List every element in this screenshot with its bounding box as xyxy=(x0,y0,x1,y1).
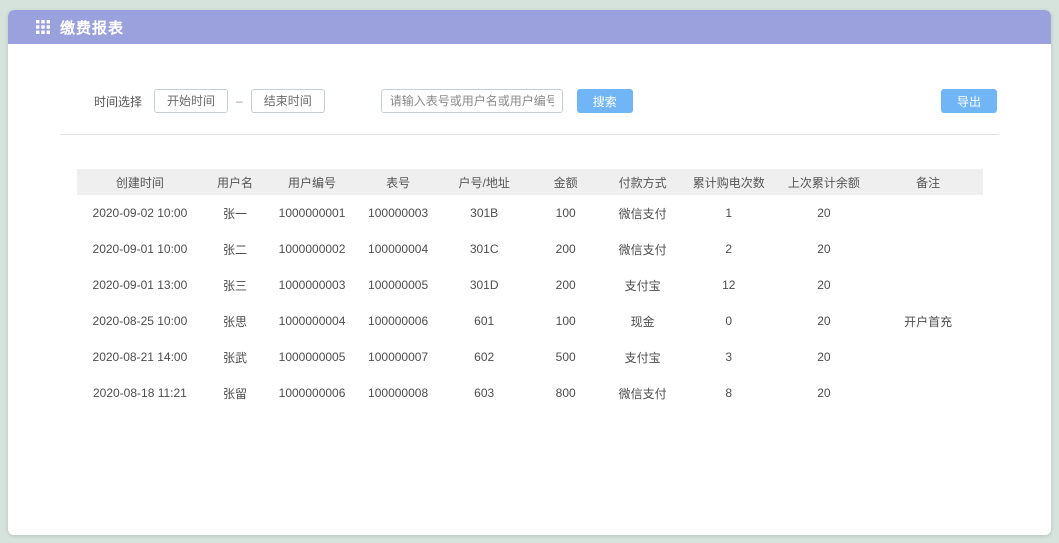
cell-create-time: 2020-09-01 13:00 xyxy=(77,267,204,303)
cell-pay-method: 现金 xyxy=(602,303,684,339)
cell-username: 张武 xyxy=(203,339,266,375)
cell-last-balance: 20 xyxy=(774,303,874,339)
search-button[interactable]: 搜索 xyxy=(577,89,633,113)
titlebar: 缴费报表 xyxy=(8,10,1051,44)
cell-pay-method: 微信支付 xyxy=(602,231,684,267)
column-header-amount: 金额 xyxy=(529,169,601,195)
cell-username: 张思 xyxy=(203,303,266,339)
column-header-create-time: 创建时间 xyxy=(77,169,204,195)
cell-meter-no: 100000005 xyxy=(357,267,439,303)
table-row: 2020-08-18 11:21张留1000000006100000008603… xyxy=(77,375,983,411)
date-range-separator: – xyxy=(236,94,243,108)
cell-meter-no: 100000007 xyxy=(357,339,439,375)
table-row: 2020-09-01 13:00张三1000000003100000005301… xyxy=(77,267,983,303)
cell-account-address: 301C xyxy=(439,231,530,267)
cell-create-time: 2020-08-21 14:00 xyxy=(77,339,204,375)
table-row: 2020-09-02 10:00张一1000000001100000003301… xyxy=(77,195,983,231)
column-header-username: 用户名 xyxy=(203,169,266,195)
cell-username: 张二 xyxy=(203,231,266,267)
table-header: 创建时间用户名用户编号表号户号/地址金额付款方式累计购电次数上次累计余额备注 xyxy=(77,169,983,195)
cell-username: 张三 xyxy=(203,267,266,303)
filter-bar: 时间选择 – 搜索 导出 xyxy=(56,88,1003,114)
cell-amount: 800 xyxy=(529,375,601,411)
cell-pay-method: 微信支付 xyxy=(602,195,684,231)
cell-username: 张一 xyxy=(203,195,266,231)
cell-purchase-count: 2 xyxy=(683,231,774,267)
export-button[interactable]: 导出 xyxy=(941,89,997,113)
column-header-meter-no: 表号 xyxy=(357,169,439,195)
report-card: 缴费报表 时间选择 – 搜索 导出 创建时间用户名用户编号表号户号/地址金额付款… xyxy=(8,10,1051,535)
cell-user-no: 1000000003 xyxy=(267,267,358,303)
column-header-pay-method: 付款方式 xyxy=(602,169,684,195)
time-select-label: 时间选择 xyxy=(94,93,142,110)
column-header-account-address: 户号/地址 xyxy=(439,169,530,195)
cell-meter-no: 100000008 xyxy=(357,375,439,411)
cell-amount: 500 xyxy=(529,339,601,375)
page-title: 缴费报表 xyxy=(60,17,124,38)
cell-pay-method: 支付宝 xyxy=(602,339,684,375)
grid-menu-icon[interactable] xyxy=(36,20,50,34)
cell-user-no: 1000000005 xyxy=(267,339,358,375)
cell-remark xyxy=(874,195,983,231)
cell-last-balance: 20 xyxy=(774,267,874,303)
table-body: 2020-09-02 10:00张一1000000001100000003301… xyxy=(77,195,983,411)
cell-account-address: 602 xyxy=(439,339,530,375)
cell-create-time: 2020-08-25 10:00 xyxy=(77,303,204,339)
cell-user-no: 1000000004 xyxy=(267,303,358,339)
start-time-input[interactable] xyxy=(154,89,228,113)
cell-create-time: 2020-09-01 10:00 xyxy=(77,231,204,267)
cell-remark xyxy=(874,231,983,267)
cell-user-no: 1000000006 xyxy=(267,375,358,411)
cell-purchase-count: 8 xyxy=(683,375,774,411)
cell-username: 张留 xyxy=(203,375,266,411)
report-table: 创建时间用户名用户编号表号户号/地址金额付款方式累计购电次数上次累计余额备注 2… xyxy=(77,169,983,411)
cell-create-time: 2020-08-18 11:21 xyxy=(77,375,204,411)
cell-account-address: 301B xyxy=(439,195,530,231)
column-header-purchase-count: 累计购电次数 xyxy=(683,169,774,195)
cell-remark xyxy=(874,375,983,411)
cell-account-address: 603 xyxy=(439,375,530,411)
column-header-remark: 备注 xyxy=(874,169,983,195)
cell-purchase-count: 3 xyxy=(683,339,774,375)
table-row: 2020-09-01 10:00张二1000000002100000004301… xyxy=(77,231,983,267)
search-input[interactable] xyxy=(381,89,563,113)
filter-divider xyxy=(60,134,999,135)
table-header-row: 创建时间用户名用户编号表号户号/地址金额付款方式累计购电次数上次累计余额备注 xyxy=(77,169,983,195)
cell-purchase-count: 12 xyxy=(683,267,774,303)
cell-meter-no: 100000004 xyxy=(357,231,439,267)
end-time-input[interactable] xyxy=(251,89,325,113)
cell-account-address: 601 xyxy=(439,303,530,339)
cell-remark xyxy=(874,339,983,375)
cell-account-address: 301D xyxy=(439,267,530,303)
table-row: 2020-08-25 10:00张思1000000004100000006601… xyxy=(77,303,983,339)
cell-last-balance: 20 xyxy=(774,339,874,375)
cell-pay-method: 支付宝 xyxy=(602,267,684,303)
cell-user-no: 1000000002 xyxy=(267,231,358,267)
cell-pay-method: 微信支付 xyxy=(602,375,684,411)
cell-purchase-count: 1 xyxy=(683,195,774,231)
column-header-user-no: 用户编号 xyxy=(267,169,358,195)
cell-create-time: 2020-09-02 10:00 xyxy=(77,195,204,231)
cell-remark: 开户首充 xyxy=(874,303,983,339)
report-table-container: 创建时间用户名用户编号表号户号/地址金额付款方式累计购电次数上次累计余额备注 2… xyxy=(77,169,983,411)
cell-purchase-count: 0 xyxy=(683,303,774,339)
cell-amount: 100 xyxy=(529,303,601,339)
cell-remark xyxy=(874,267,983,303)
cell-last-balance: 20 xyxy=(774,375,874,411)
table-row: 2020-08-21 14:00张武1000000005100000007602… xyxy=(77,339,983,375)
cell-last-balance: 20 xyxy=(774,195,874,231)
column-header-last-balance: 上次累计余额 xyxy=(774,169,874,195)
cell-amount: 200 xyxy=(529,231,601,267)
cell-user-no: 1000000001 xyxy=(267,195,358,231)
cell-meter-no: 100000003 xyxy=(357,195,439,231)
cell-amount: 100 xyxy=(529,195,601,231)
cell-meter-no: 100000006 xyxy=(357,303,439,339)
cell-amount: 200 xyxy=(529,267,601,303)
cell-last-balance: 20 xyxy=(774,231,874,267)
